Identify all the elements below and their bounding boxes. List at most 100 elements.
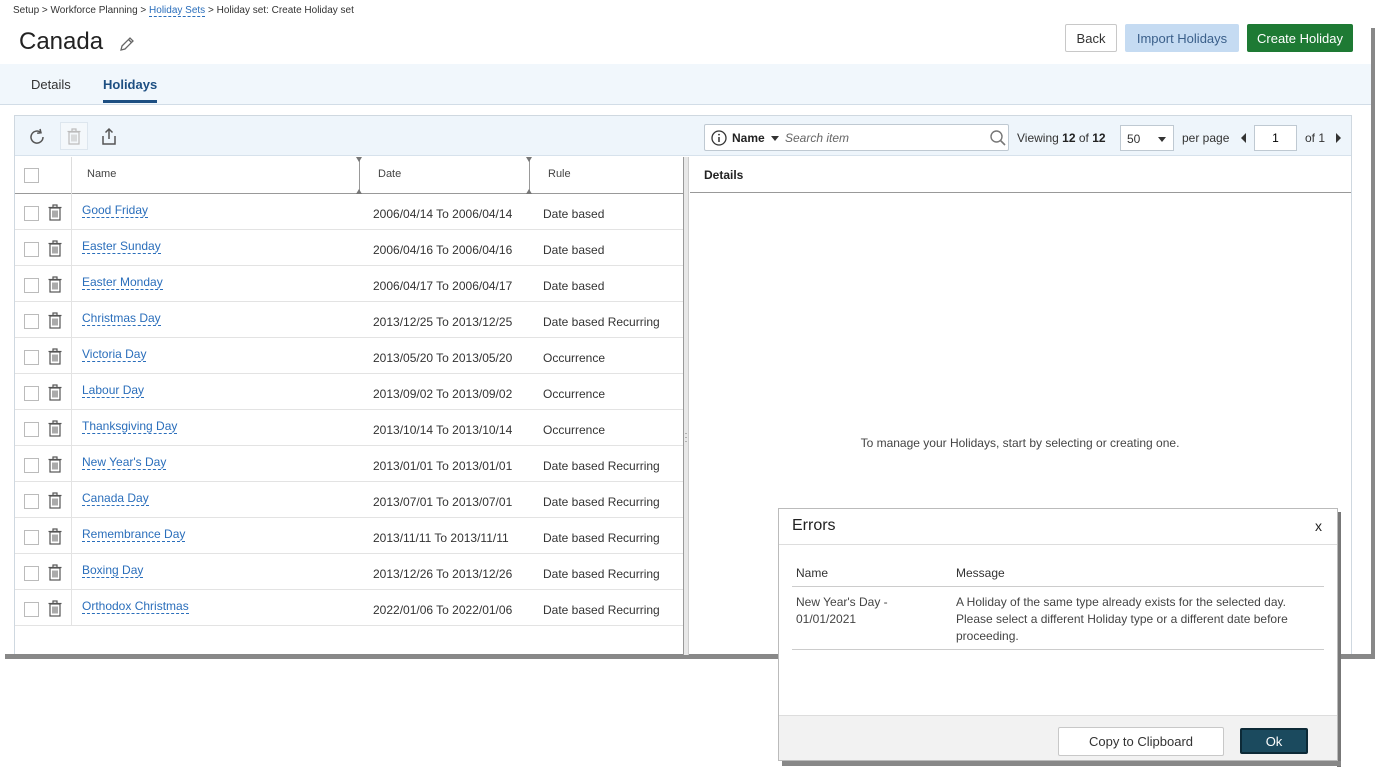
- chevron-down-icon: [1158, 137, 1166, 142]
- column-header-rule[interactable]: Rule: [548, 168, 571, 180]
- table-row[interactable]: Remembrance Day 2013/11/11 To 2013/11/11 D…: [15, 518, 683, 554]
- column-resize-handle[interactable]: [526, 157, 532, 194]
- table-row[interactable]: Labour Day 2013/09/02 To 2013/09/02 Occurr…: [15, 374, 683, 410]
- tab-holidays[interactable]: Holidays: [103, 77, 158, 103]
- per-page-value: 50: [1127, 132, 1141, 146]
- error-name: New Year's Day - 01/01/2021: [796, 595, 888, 626]
- table-row[interactable]: Orthodox Christmas 2022/01/06 To 2022/01/…: [15, 590, 683, 626]
- holiday-rule: Date based: [543, 279, 605, 293]
- row-checkbox[interactable]: [24, 386, 39, 401]
- row-checkbox[interactable]: [24, 278, 39, 293]
- page-number-input[interactable]: [1254, 125, 1297, 151]
- close-icon[interactable]: x: [1315, 518, 1322, 534]
- holiday-name-link[interactable]: New Year's Day: [82, 455, 167, 470]
- row-checkbox[interactable]: [24, 242, 39, 257]
- row-checkbox[interactable]: [24, 350, 39, 365]
- search-input[interactable]: [785, 128, 980, 147]
- column-divider: [71, 338, 72, 374]
- holiday-name-link[interactable]: Victoria Day: [82, 347, 147, 362]
- column-divider: [71, 410, 72, 446]
- viewing-count: Viewing 12 of 12: [1017, 131, 1106, 145]
- grid-header: Name Date Rule: [15, 157, 683, 194]
- column-divider: [71, 302, 72, 338]
- import-holidays-button[interactable]: Import Holidays: [1125, 24, 1239, 52]
- export-icon[interactable]: [98, 126, 120, 148]
- holiday-name-link[interactable]: Easter Monday: [82, 275, 163, 290]
- table-row[interactable]: Easter Monday 2006/04/17 To 2006/04/17 Dat…: [15, 266, 683, 302]
- table-row[interactable]: Easter Sunday 2006/04/16 To 2006/04/16 Dat…: [15, 230, 683, 266]
- holiday-name-link[interactable]: Boxing Day: [82, 563, 144, 578]
- breadcrumb-current: Holiday set: Create Holiday set: [216, 5, 354, 16]
- table-row[interactable]: Victoria Day 2013/05/20 To 2013/05/20 Occu…: [15, 338, 683, 374]
- row-checkbox[interactable]: [24, 602, 39, 617]
- back-button[interactable]: Back: [1065, 24, 1117, 52]
- details-empty-message: To manage your Holidays, start by select…: [860, 436, 1180, 450]
- holiday-name-link[interactable]: Good Friday: [82, 203, 149, 218]
- column-divider: [71, 482, 72, 518]
- row-checkbox[interactable]: [24, 566, 39, 581]
- select-all-checkbox[interactable]: [24, 168, 39, 183]
- next-page-icon[interactable]: [1336, 133, 1341, 143]
- holiday-rule: Date based Recurring: [543, 459, 660, 473]
- table-row[interactable]: Good Friday 2006/04/14 To 2006/04/14 Date …: [15, 194, 683, 230]
- breadcrumb-holiday-sets[interactable]: Holiday Sets: [149, 5, 206, 17]
- breadcrumb-setup[interactable]: Setup: [13, 5, 39, 16]
- holiday-date: 2006/04/14 To 2006/04/14: [373, 207, 513, 221]
- search-icon[interactable]: [989, 129, 1007, 147]
- column-resize-handle[interactable]: [356, 157, 362, 194]
- holiday-date: 2013/12/25 To 2013/12/25: [373, 315, 513, 329]
- create-holiday-button[interactable]: Create Holiday: [1247, 24, 1353, 52]
- table-row[interactable]: Canada Day 2013/07/01 To 2013/07/01 Date b…: [15, 482, 683, 518]
- holiday-name-link[interactable]: Remembrance Day: [82, 527, 186, 542]
- row-checkbox[interactable]: [24, 314, 39, 329]
- table-row[interactable]: New Year's Day 2013/01/01 To 2013/01/01 Da…: [15, 446, 683, 482]
- trash-icon[interactable]: [47, 564, 63, 581]
- dialog-footer: Copy to Clipboard Ok: [779, 715, 1337, 760]
- copy-to-clipboard-button[interactable]: Copy to Clipboard: [1058, 727, 1224, 756]
- pencil-icon[interactable]: [118, 35, 136, 53]
- pane-splitter[interactable]: · · ·: [683, 157, 689, 655]
- trash-icon[interactable]: [47, 528, 63, 545]
- table-row[interactable]: Thanksgiving Day 2013/10/14 To 2013/10/14…: [15, 410, 683, 446]
- trash-icon[interactable]: [47, 600, 63, 617]
- breadcrumb-workforce[interactable]: Workforce Planning: [51, 5, 138, 16]
- trash-icon[interactable]: [47, 384, 63, 401]
- trash-icon[interactable]: [47, 312, 63, 329]
- trash-icon[interactable]: [47, 348, 63, 365]
- row-checkbox[interactable]: [24, 458, 39, 473]
- table-row[interactable]: Christmas Day 2013/12/25 To 2013/12/25 Dat…: [15, 302, 683, 338]
- search-field-dropdown[interactable]: Name: [732, 131, 765, 145]
- row-checkbox[interactable]: [24, 422, 39, 437]
- trash-icon[interactable]: [47, 420, 63, 437]
- holiday-rule: Occurrence: [543, 387, 606, 401]
- holiday-name-link[interactable]: Easter Sunday: [82, 239, 161, 254]
- trash-icon[interactable]: [47, 204, 63, 221]
- trash-icon[interactable]: [47, 492, 63, 509]
- holiday-name-link[interactable]: Christmas Day: [82, 311, 161, 326]
- row-checkbox[interactable]: [24, 530, 39, 545]
- refresh-icon[interactable]: [26, 126, 48, 148]
- tab-details[interactable]: Details: [31, 77, 71, 102]
- details-header: Details: [690, 157, 1351, 193]
- chevron-down-icon[interactable]: [771, 136, 779, 141]
- trash-icon[interactable]: [60, 122, 88, 150]
- table-row[interactable]: Boxing Day 2013/12/26 To 2013/12/26 Date b…: [15, 554, 683, 590]
- trash-icon[interactable]: [47, 240, 63, 257]
- prev-page-icon[interactable]: [1241, 133, 1246, 143]
- column-divider: [71, 374, 72, 410]
- holiday-rule: Date based Recurring: [543, 315, 660, 329]
- column-header-date[interactable]: Date: [378, 168, 401, 180]
- holiday-name-link[interactable]: Labour Day: [82, 383, 145, 398]
- holiday-name-link[interactable]: Canada Day: [82, 491, 149, 506]
- trash-icon[interactable]: [47, 276, 63, 293]
- row-checkbox[interactable]: [24, 206, 39, 221]
- trash-icon[interactable]: [47, 456, 63, 473]
- holiday-name-link[interactable]: Orthodox Christmas: [82, 599, 189, 614]
- ok-button[interactable]: Ok: [1240, 728, 1308, 754]
- holiday-name-link[interactable]: Thanksgiving Day: [82, 419, 178, 434]
- column-header-name[interactable]: Name: [87, 168, 116, 180]
- per-page-select[interactable]: 50: [1120, 125, 1174, 151]
- info-icon[interactable]: [711, 130, 727, 146]
- viewing-total: 12: [1092, 131, 1106, 145]
- row-checkbox[interactable]: [24, 494, 39, 509]
